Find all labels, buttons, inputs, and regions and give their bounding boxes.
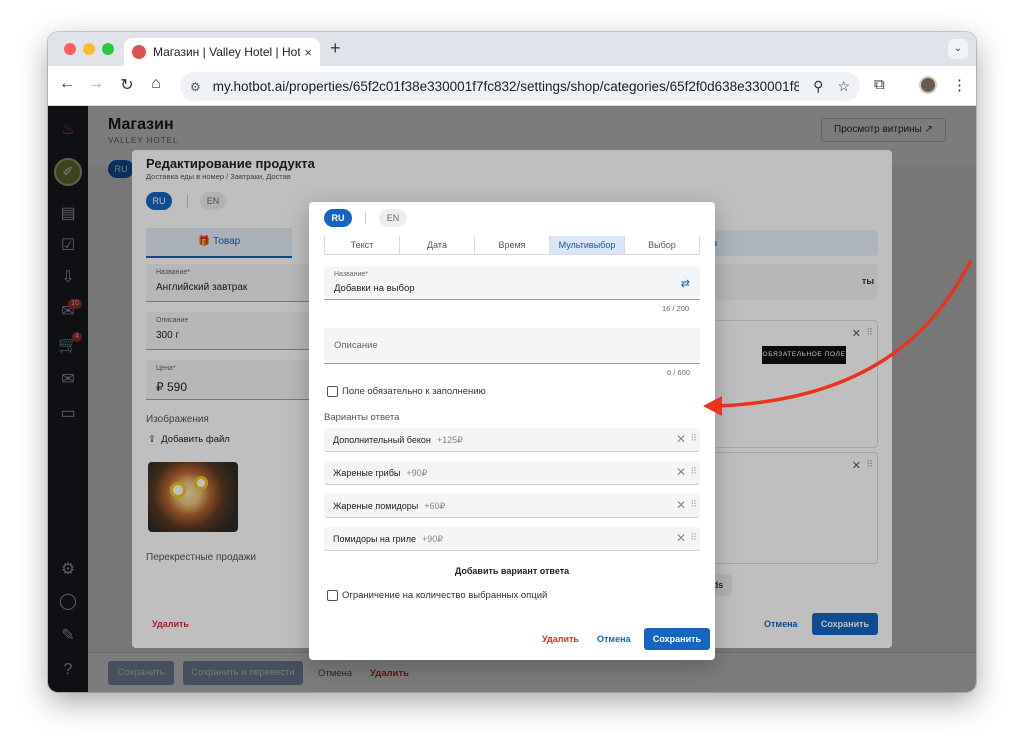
annotation-arrow-line [716, 260, 972, 408]
annotation-arrow [703, 260, 972, 416]
annotation-arrow-head [703, 396, 722, 416]
